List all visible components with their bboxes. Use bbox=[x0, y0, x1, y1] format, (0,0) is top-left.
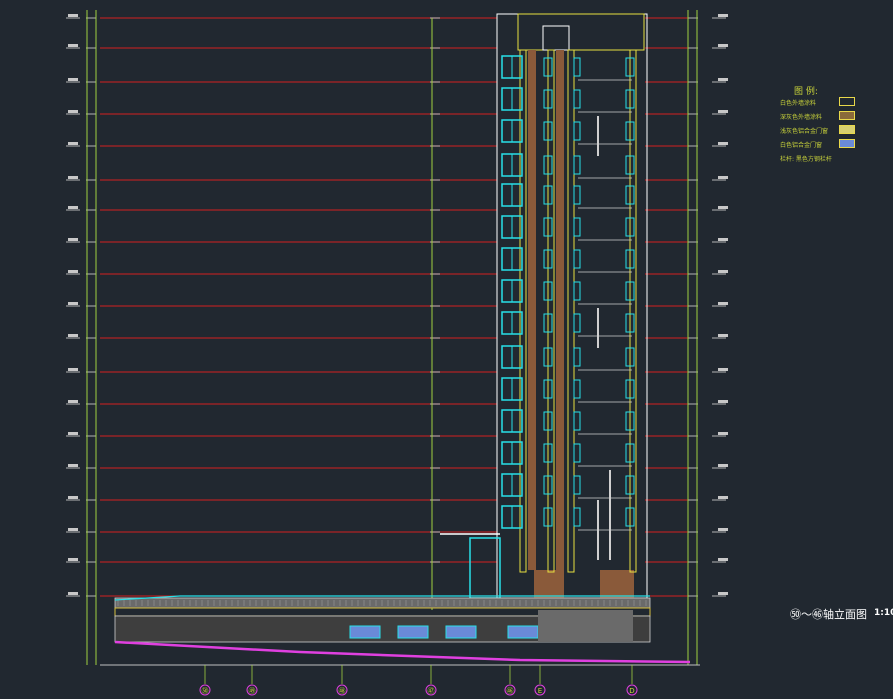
podium-window bbox=[349, 625, 381, 639]
level-text-mark bbox=[718, 592, 728, 595]
legend-swatch bbox=[839, 111, 855, 120]
level-text-mark bbox=[68, 496, 78, 499]
frame-column bbox=[519, 49, 527, 573]
axis-label: D bbox=[629, 687, 634, 695]
tower-window bbox=[573, 57, 581, 77]
view-title: ㊿～㊻轴立面图 bbox=[790, 606, 867, 622]
floor-level-lines bbox=[100, 17, 688, 597]
level-text-mark bbox=[68, 78, 78, 81]
axis-label: ㊿ bbox=[202, 687, 209, 695]
legend-swatch bbox=[839, 125, 855, 134]
brick-column bbox=[528, 50, 536, 570]
axis-label: ㊾ bbox=[249, 687, 256, 695]
tower-window bbox=[573, 281, 581, 301]
level-text-mark bbox=[718, 44, 728, 47]
level-text-mark bbox=[718, 302, 728, 305]
legend-item: 白色铝合金门窗 bbox=[780, 142, 823, 149]
axis-label: E bbox=[538, 687, 542, 695]
brick-base bbox=[600, 570, 634, 598]
level-text-mark bbox=[718, 558, 728, 561]
level-text-mark bbox=[718, 528, 728, 531]
podium-stone bbox=[538, 610, 633, 642]
lobby-entrance bbox=[469, 537, 501, 599]
grade-line bbox=[100, 640, 700, 666]
tower-window bbox=[573, 411, 581, 431]
legend-item: 白色外墙涂料 bbox=[780, 100, 817, 107]
level-text-mark bbox=[68, 206, 78, 209]
level-text-mark bbox=[68, 44, 78, 47]
level-text-mark bbox=[68, 528, 78, 531]
tower-window bbox=[573, 347, 581, 367]
legend-title: 图 例: bbox=[794, 87, 818, 97]
view-scale: 1:100 bbox=[874, 608, 893, 618]
level-text-mark bbox=[68, 592, 78, 595]
tower-window bbox=[573, 313, 581, 333]
frame-column bbox=[567, 49, 575, 573]
level-text-mark bbox=[718, 334, 728, 337]
legend-swatch bbox=[839, 139, 855, 148]
legend-item: 浅灰色铝合金门窗 bbox=[780, 128, 829, 135]
level-text-mark bbox=[68, 558, 78, 561]
tower-window bbox=[573, 121, 581, 141]
level-text-mark bbox=[68, 110, 78, 113]
level-text-mark bbox=[68, 334, 78, 337]
roof-stair bbox=[542, 25, 570, 51]
level-text-mark bbox=[718, 176, 728, 179]
level-text-mark bbox=[718, 78, 728, 81]
level-text-mark bbox=[718, 496, 728, 499]
level-text-mark bbox=[718, 206, 728, 209]
level-text-mark bbox=[718, 238, 728, 241]
tower-window bbox=[573, 443, 581, 463]
axis-label: ㊻ bbox=[507, 687, 514, 695]
tower-window bbox=[573, 155, 581, 175]
tower-window bbox=[573, 89, 581, 109]
legend-swatch bbox=[839, 97, 855, 106]
level-text-mark bbox=[68, 14, 78, 17]
level-text-mark bbox=[718, 368, 728, 371]
brick-column bbox=[556, 50, 564, 570]
tower-window bbox=[573, 249, 581, 269]
level-text-mark bbox=[718, 14, 728, 17]
level-text-mark bbox=[68, 270, 78, 273]
level-text-mark bbox=[68, 368, 78, 371]
tower-window bbox=[573, 475, 581, 495]
level-text-mark bbox=[718, 270, 728, 273]
view-title-text: 轴立面图 bbox=[823, 608, 867, 621]
podium-window bbox=[507, 625, 539, 639]
podium-window bbox=[397, 625, 429, 639]
elevation-drawing: ㊿ ㊾ ㊽ ㊼ ㊻ E D bbox=[66, 10, 728, 696]
tower-window bbox=[573, 217, 581, 237]
roof-parapet bbox=[517, 13, 645, 51]
level-text-mark bbox=[68, 238, 78, 241]
level-text-mark bbox=[68, 302, 78, 305]
level-text-mark bbox=[718, 400, 728, 403]
tower-window bbox=[573, 185, 581, 205]
level-text-mark bbox=[68, 176, 78, 179]
podium-parapet bbox=[114, 597, 651, 609]
axis-label: ㊽ bbox=[339, 687, 346, 695]
level-text-mark bbox=[718, 142, 728, 145]
level-text-mark bbox=[68, 400, 78, 403]
level-text-mark bbox=[718, 110, 728, 113]
level-text-mark bbox=[68, 464, 78, 467]
legend-item: 深灰色外墙涂料 bbox=[780, 114, 823, 121]
podium-window bbox=[445, 625, 477, 639]
axis-grid: ㊿ ㊾ ㊽ ㊼ ㊻ E D bbox=[199, 665, 638, 696]
tower-window bbox=[573, 507, 581, 527]
level-text-mark bbox=[68, 142, 78, 145]
building-podium bbox=[114, 595, 651, 643]
level-text-mark bbox=[718, 464, 728, 467]
tower-window bbox=[573, 379, 581, 399]
level-text-mark bbox=[68, 432, 78, 435]
axis-label: ㊼ bbox=[428, 687, 435, 695]
level-text-mark bbox=[718, 432, 728, 435]
level-marks bbox=[66, 14, 728, 597]
brick-base bbox=[534, 570, 564, 598]
legend-item: 栏杆: 黑色方钢栏杆 bbox=[780, 156, 832, 163]
view-title-axes: ㊿～㊻ bbox=[790, 608, 823, 621]
